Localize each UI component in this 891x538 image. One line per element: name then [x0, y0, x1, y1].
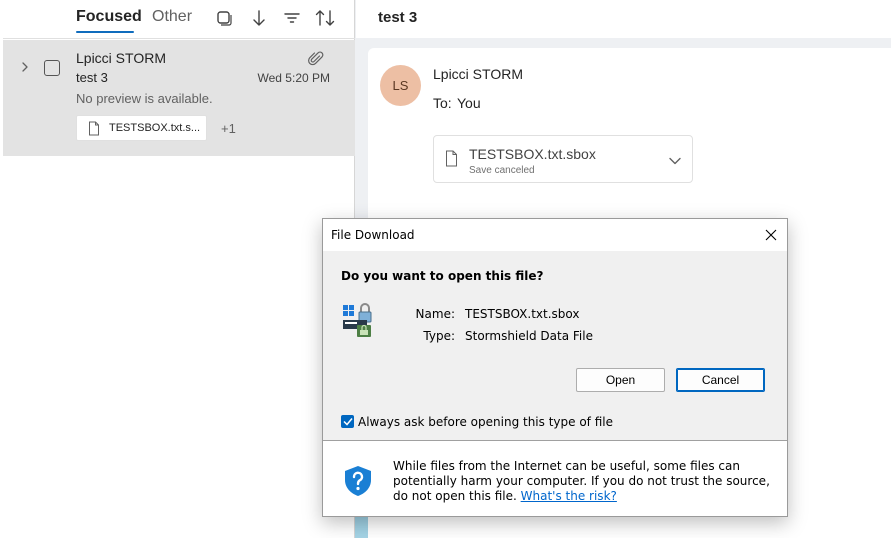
select-mode-icon[interactable]: [214, 8, 234, 28]
message-subject: test 3: [76, 70, 108, 85]
chevron-down-icon[interactable]: [668, 153, 682, 165]
message-list-pane: Focused Other Lpicci STORM test 3 Wed 5:…: [0, 0, 355, 538]
whats-the-risk-link[interactable]: What's the risk?: [521, 489, 617, 503]
attachment-chip[interactable]: TESTSBOX.txt.s...: [76, 115, 207, 141]
dialog-titlebar[interactable]: File Download: [323, 219, 787, 251]
file-type-label: Type:: [423, 329, 455, 343]
recipient-label: To:: [433, 95, 452, 111]
reading-subject: test 3: [378, 9, 418, 26]
sort-direction-icon[interactable]: [248, 8, 268, 28]
tab-focused-indicator: [76, 31, 134, 33]
document-icon: [88, 121, 100, 136]
shield-question-icon: [343, 465, 373, 497]
attachment-card[interactable]: TESTSBOX.txt.sbox Save canceled: [433, 135, 693, 183]
inbox-tabs: Focused Other: [0, 0, 355, 38]
more-attachments-count[interactable]: +1: [221, 121, 236, 136]
avatar[interactable]: LS: [380, 65, 421, 106]
attachment-status: Save canceled: [469, 165, 535, 176]
cancel-button[interactable]: Cancel: [676, 368, 765, 392]
attachment-name: TESTSBOX.txt.sbox: [469, 146, 596, 162]
security-warning-text: While files from the Internet can be use…: [393, 459, 773, 504]
sort-icon[interactable]: [315, 8, 335, 28]
file-download-dialog: File Download Do you want to open this f…: [322, 218, 788, 517]
tab-other[interactable]: Other: [152, 8, 192, 26]
dialog-title: File Download: [331, 228, 415, 242]
always-ask-label[interactable]: Always ask before opening this type of f…: [358, 415, 613, 429]
open-button[interactable]: Open: [576, 368, 665, 392]
paperclip-icon: [308, 50, 324, 68]
divider: [3, 38, 355, 39]
filter-icon[interactable]: [282, 8, 302, 28]
file-name-value: TESTSBOX.txt.sbox: [465, 307, 580, 321]
tab-focused[interactable]: Focused: [76, 8, 142, 26]
dialog-question: Do you want to open this file?: [341, 269, 544, 283]
security-warning-panel: While files from the Internet can be use…: [323, 441, 787, 516]
message-list-item[interactable]: Lpicci STORM test 3 Wed 5:20 PM No previ…: [3, 40, 355, 156]
chevron-right-icon[interactable]: [19, 60, 31, 74]
message-sender: Lpicci STORM: [76, 50, 166, 66]
file-name-label: Name:: [415, 307, 455, 321]
message-time: Wed 5:20 PM: [257, 71, 330, 85]
reading-sender[interactable]: Lpicci STORM: [433, 66, 523, 82]
close-icon[interactable]: [755, 223, 787, 247]
recipient-value[interactable]: You: [457, 95, 481, 111]
attachment-name: TESTSBOX.txt.s...: [109, 122, 201, 134]
message-preview: No preview is available.: [76, 91, 213, 106]
file-type-value: Stormshield Data File: [465, 329, 593, 343]
file-type-icon: [341, 303, 375, 339]
reading-pane-header: test 3: [356, 0, 891, 38]
always-ask-checkbox[interactable]: [341, 415, 354, 428]
document-icon: [445, 150, 458, 167]
message-select-checkbox[interactable]: [44, 60, 60, 76]
